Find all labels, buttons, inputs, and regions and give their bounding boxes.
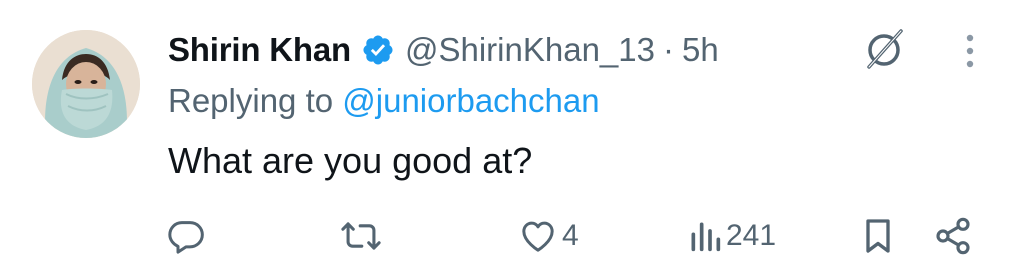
tweet-card[interactable]: Shirin Khan @ShirinKhan_13 · 5h Replying… xyxy=(0,0,1024,267)
reply-button[interactable] xyxy=(166,214,210,258)
verified-badge-icon xyxy=(361,33,395,67)
author-handle[interactable]: @ShirinKhan_13 xyxy=(405,31,655,69)
tweet-text: What are you good at? xyxy=(168,140,533,181)
share-icon xyxy=(932,216,974,256)
tweet-header: Shirin Khan @ShirinKhan_13 · 5h xyxy=(168,26,719,74)
like-count: 4 xyxy=(562,219,579,252)
bookmark-icon xyxy=(860,216,896,256)
views-count: 241 xyxy=(726,219,777,252)
more-icon xyxy=(964,33,976,69)
avatar-photo xyxy=(32,30,140,138)
retweet-icon xyxy=(340,216,382,256)
more-options-button[interactable] xyxy=(952,28,988,74)
like-button[interactable]: 4 xyxy=(518,214,579,258)
grok-button[interactable] xyxy=(858,24,910,76)
timestamp[interactable]: 5h xyxy=(682,31,719,69)
views-button[interactable]: 241 xyxy=(688,214,776,258)
reply-icon xyxy=(166,216,206,256)
heart-icon xyxy=(518,216,558,256)
replying-to-label: Replying to xyxy=(168,82,343,119)
views-icon xyxy=(688,216,722,256)
separator-dot: · xyxy=(662,31,674,68)
share-button[interactable] xyxy=(932,214,974,258)
bookmark-button[interactable] xyxy=(860,214,896,258)
author-name[interactable]: Shirin Khan xyxy=(168,31,351,69)
replying-to: Replying to @juniorbachchan xyxy=(168,82,600,120)
retweet-button[interactable] xyxy=(340,214,386,258)
reply-mention-link[interactable]: @juniorbachchan xyxy=(342,82,599,119)
grok-icon xyxy=(861,27,907,73)
avatar[interactable] xyxy=(32,30,140,138)
